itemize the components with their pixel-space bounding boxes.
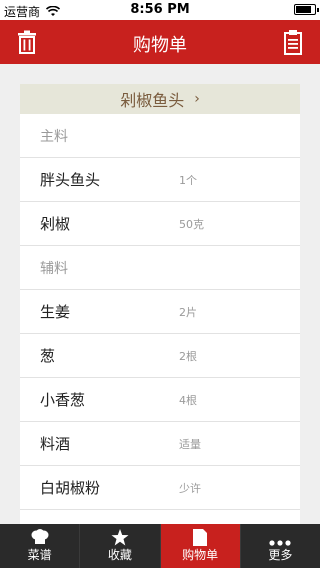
ingredient-row[interactable]: 白胡椒粉 少许 [20, 466, 300, 510]
chevron-right-icon: › [194, 91, 200, 107]
section-label: 辅料 [40, 260, 68, 277]
ingredient-list: 主料胖头鱼头 1个剁椒 50克辅料生姜 2片葱 2根小香葱 4根料酒 适量白胡椒粉 少许 [20, 114, 300, 510]
ingredient-quantity: 1个 [179, 173, 197, 187]
clipboard-icon [284, 30, 302, 55]
ingredient-row[interactable]: 胖头鱼头 1个 [20, 158, 300, 202]
battery-fill [296, 6, 312, 13]
recipe-title: 剁椒鱼头 [120, 91, 185, 110]
ingredient-quantity: 2根 [179, 349, 197, 363]
shopping-list-card: 剁椒鱼头 › 主料胖头鱼头 1个剁椒 50克辅料生姜 2片葱 2根小香葱 4根料酒 适量白胡… [20, 84, 300, 524]
battery-icon [294, 4, 319, 15]
chef-hat-icon [30, 529, 50, 548]
ingredient-name: 胖头鱼头 [40, 171, 101, 189]
ingredient-name: 小香葱 [40, 391, 86, 409]
ingredient-row[interactable]: 剁椒 50克 [20, 202, 300, 246]
tab-label: 菜谱 [27, 548, 52, 562]
ingredient-name: 料酒 [40, 435, 71, 453]
ingredient-quantity: 少许 [179, 481, 201, 495]
status-time: 8:56 PM [130, 2, 190, 17]
ingredient-row[interactable]: 生姜 2片 [20, 290, 300, 334]
ingredient-row[interactable]: 小香葱 4根 [20, 378, 300, 422]
tab-3[interactable]: 购物单 [160, 524, 241, 568]
ingredient-name: 生姜 [40, 303, 71, 321]
section-header: 辅料 [20, 246, 300, 290]
ingredient-name: 葱 [40, 347, 56, 365]
list-button[interactable] [284, 29, 302, 55]
ingredient-name: 剁椒 [40, 215, 71, 233]
document-icon [193, 529, 208, 549]
tab-1[interactable]: 菜谱 [0, 524, 81, 568]
ingredient-quantity: 适量 [179, 437, 201, 451]
section-label: 主料 [40, 128, 68, 145]
ingredient-quantity: 4根 [179, 393, 197, 407]
ingredient-row[interactable]: 料酒 适量 [20, 422, 300, 466]
battery-indicator [294, 4, 319, 15]
star-icon [111, 529, 129, 549]
tab-4[interactable]: 更多 [241, 524, 320, 568]
tab-2[interactable]: 收藏 [80, 524, 161, 568]
more-dots-icon [269, 535, 291, 549]
nav-bar: 购物单 [0, 20, 320, 64]
section-header: 主料 [20, 114, 300, 158]
ingredient-name: 白胡椒粉 [40, 479, 101, 497]
recipe-header[interactable]: 剁椒鱼头 › [20, 84, 300, 114]
ingredient-row[interactable]: 葱 2根 [20, 334, 300, 378]
ingredient-quantity: 2片 [179, 305, 197, 319]
status-bar: 运营商 8:56 PM [0, 0, 320, 20]
ingredient-quantity: 50克 [179, 217, 204, 231]
page-title: 购物单 [133, 35, 187, 56]
tab-bar: 菜谱 收藏 购物单 更多 [0, 524, 320, 568]
